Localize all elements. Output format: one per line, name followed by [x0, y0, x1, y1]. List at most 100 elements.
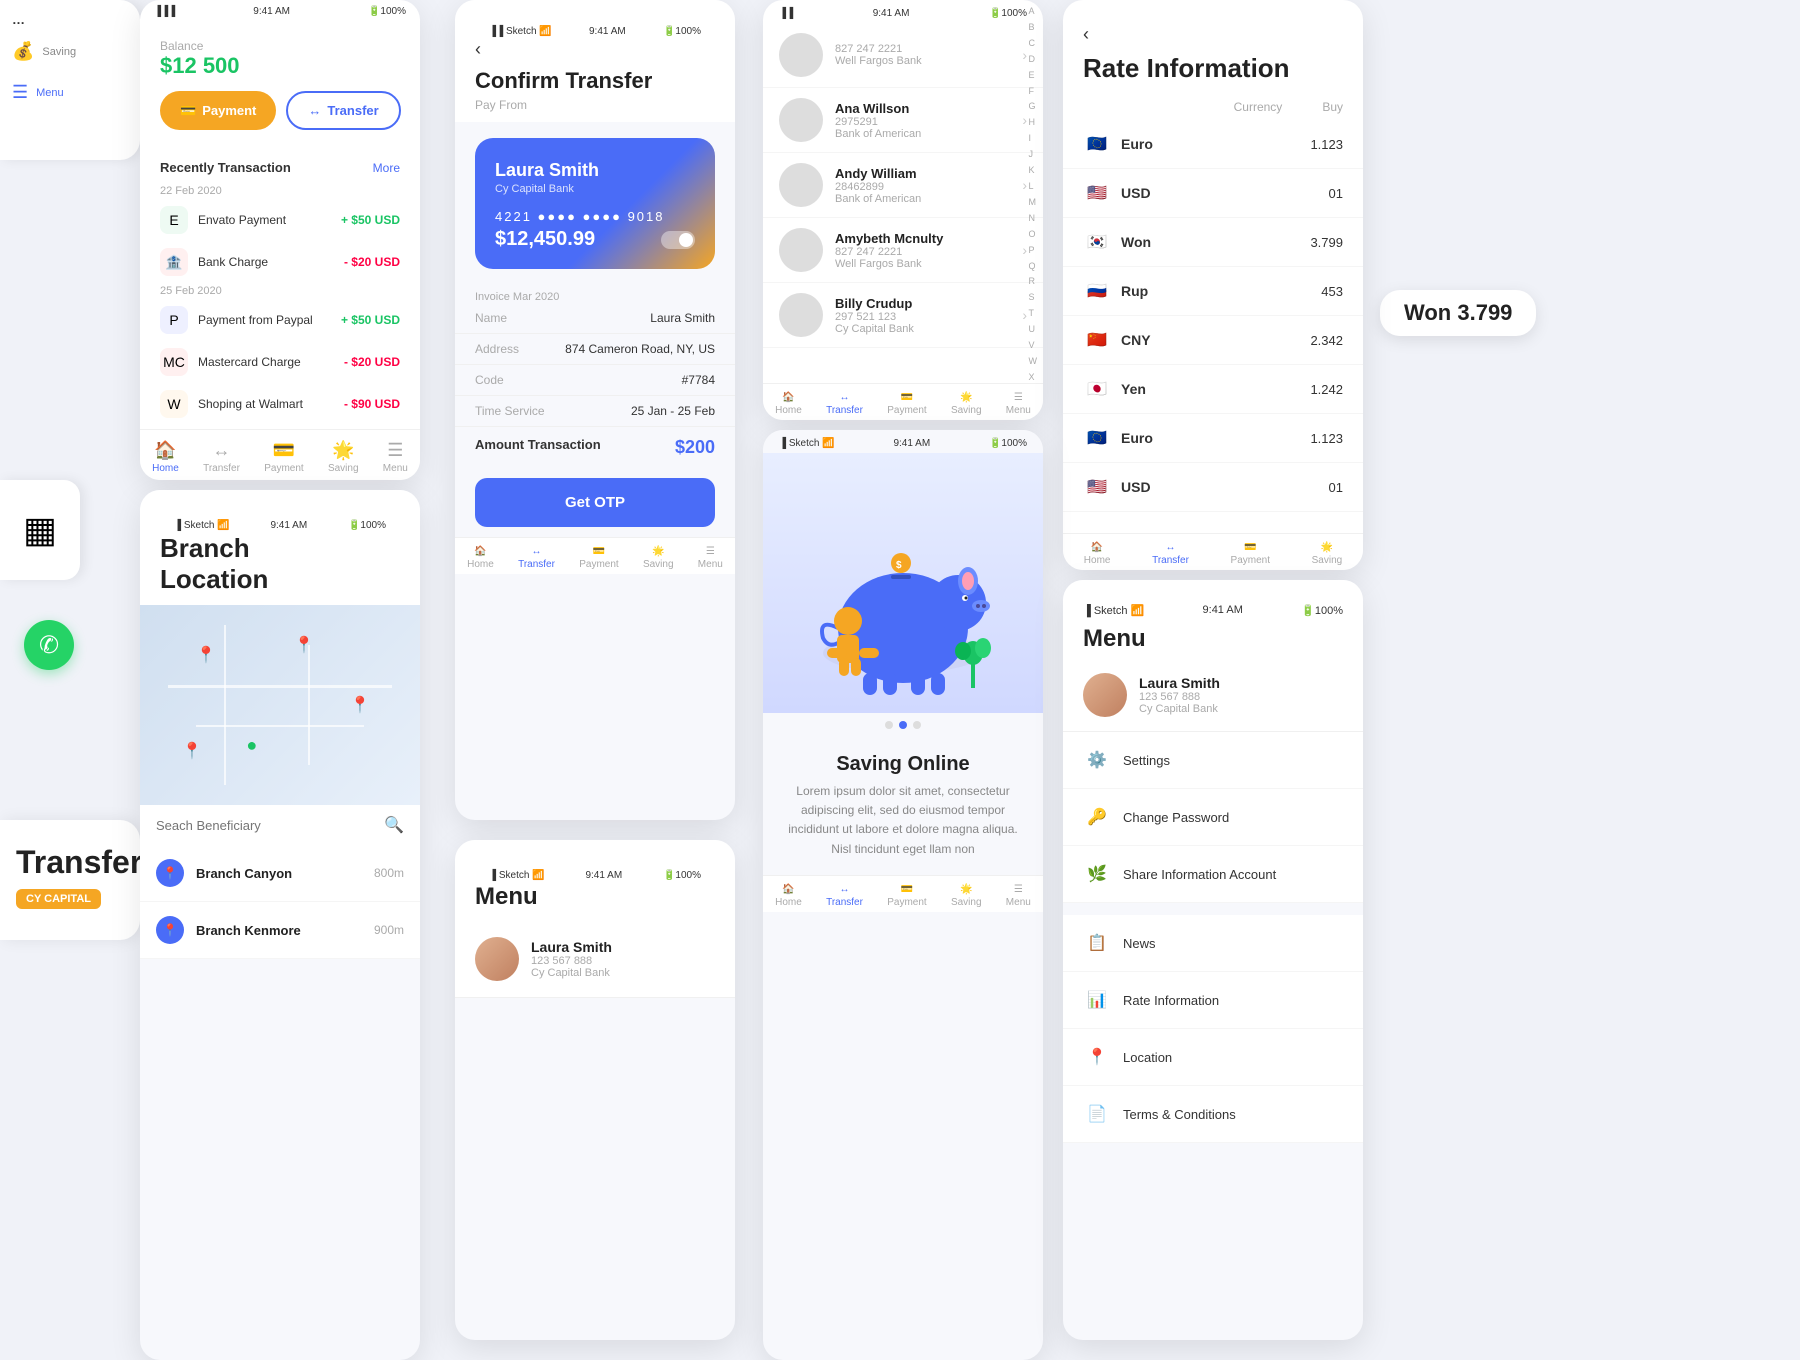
flag-usd-1: 🇺🇸: [1083, 179, 1111, 207]
name-amybeth: Amybeth Mcnulty: [835, 231, 943, 246]
amount-val: $200: [675, 437, 715, 458]
alpha-a: A: [1029, 6, 1038, 16]
payment-button[interactable]: 💳 Payment: [160, 91, 276, 130]
nav-payment-saving[interactable]: 💳 Payment: [887, 884, 926, 908]
menu-item-rate-info[interactable]: 📊 Rate Information: [1063, 972, 1363, 1029]
branch-item-canyon[interactable]: 📍 Branch Canyon 800m: [140, 845, 420, 902]
contact-row-andy[interactable]: Andy William 28462899 Bank of American ›: [763, 153, 1043, 218]
confirm-back-button[interactable]: ‹: [475, 39, 715, 60]
rate-cny[interactable]: 🇨🇳 CNY 2.342: [1063, 316, 1363, 365]
menu-right-user-bank: Cy Capital Bank: [1139, 703, 1220, 715]
contact-row-first[interactable]: 827 247 2221 Well Fargos Bank ›: [763, 23, 1043, 88]
nav-home-contacts[interactable]: 🏠Home: [775, 392, 802, 416]
rate-euro-2[interactable]: 🇪🇺 Euro 1.123: [1063, 414, 1363, 463]
time-menu-right: 9:41 AM: [1203, 604, 1243, 617]
rate-won-val: 3.799: [1283, 235, 1343, 250]
news-icon: 📋: [1083, 929, 1111, 957]
menu-item-terms[interactable]: 📄 Terms & Conditions: [1063, 1086, 1363, 1143]
bank-first: Well Fargos Bank: [835, 55, 922, 67]
nav-home-saving[interactable]: 🏠 Home: [775, 884, 802, 908]
payment-icon-rate: 💳: [1244, 542, 1256, 553]
alpha-i: I: [1029, 133, 1038, 143]
menu-bottom-header: ▐ Sketch 📶 9:41 AM 🔋100% Menu: [455, 840, 735, 921]
contact-row-amybeth[interactable]: Amybeth Mcnulty 827 247 2221 Well Fargos…: [763, 218, 1043, 283]
payment-label: Payment: [202, 103, 256, 118]
tx-amount-envato: + $50 USD: [341, 213, 400, 227]
nav-menu-contacts[interactable]: ☰Menu: [1006, 392, 1031, 416]
transfer-button[interactable]: ↔ Transfer: [286, 91, 400, 130]
menu-nav[interactable]: ☰ Menu: [0, 72, 140, 113]
nav-menu-confirm-label: Menu: [698, 559, 723, 570]
nav-menu-confirm[interactable]: ☰ Menu: [698, 546, 723, 570]
battery-saving: 🔋100%: [989, 438, 1027, 449]
menu-item-news[interactable]: 📋 News: [1063, 915, 1363, 972]
nav-transfer-rate[interactable]: ↔ Transfer: [1152, 542, 1189, 566]
nav-transfer-confirm[interactable]: ↔ Transfer: [518, 546, 555, 570]
time-contacts: 9:41 AM: [873, 8, 910, 19]
nav-transfer-contacts[interactable]: ↔Transfer: [826, 392, 863, 416]
avatar-amybeth: [779, 228, 823, 272]
time-val: 25 Jan - 25 Feb: [631, 404, 715, 418]
nav-menu-saving[interactable]: ☰ Menu: [1006, 884, 1031, 908]
nav-transfer-saving[interactable]: ↔ Transfer: [826, 884, 863, 908]
nav-payment-confirm-label: Payment: [579, 559, 618, 570]
rate-won[interactable]: 🇰🇷 Won 3.799: [1063, 218, 1363, 267]
signal-saving: ▐ Sketch 📶: [779, 438, 835, 449]
nav-payment-rate[interactable]: 💳 Payment: [1231, 542, 1270, 566]
rate-yen[interactable]: 🇯🇵 Yen 1.242: [1063, 365, 1363, 414]
status-bar-branch: ▐ Sketch 📶 9:41 AM 🔋100%: [160, 514, 400, 533]
partial-left-panel: … 💰 Saving ☰ Menu: [0, 0, 140, 160]
rate-euro-1[interactable]: 🇪🇺 Euro 1.123: [1063, 120, 1363, 169]
whatsapp-button[interactable]: ✆: [24, 620, 74, 670]
contact-row-ana[interactable]: Ana Willson 2975291 Bank of American ›: [763, 88, 1043, 153]
rate-usd-1[interactable]: 🇺🇸 USD 01: [1063, 169, 1363, 218]
qr-code-partial: ▦: [0, 480, 80, 580]
nav-saving-contacts[interactable]: 🌟Saving: [951, 392, 982, 416]
menu-item-location[interactable]: 📍 Location: [1063, 1029, 1363, 1086]
menu-item-change-password[interactable]: 🔑 Change Password: [1063, 789, 1363, 846]
menu-divider: [1063, 903, 1363, 915]
nav-payment[interactable]: 💳 Payment: [264, 440, 303, 474]
nav-payment-contacts[interactable]: 💳Payment: [887, 392, 926, 416]
balance-section: Balance $12 500 💳 Payment ↔ Transfer: [140, 19, 420, 152]
currency-cny: CNY: [1121, 332, 1283, 348]
nav-saving-confirm[interactable]: 🌟 Saving: [643, 546, 674, 570]
alpha-t: T: [1029, 308, 1038, 318]
nav-saving-rate[interactable]: 🌟 Saving: [1312, 542, 1343, 566]
nav-menu[interactable]: ☰ Menu: [383, 440, 408, 474]
battery-contacts: 🔋100%: [989, 8, 1027, 19]
card-toggle[interactable]: [661, 231, 695, 249]
otp-button[interactable]: Get OTP: [475, 478, 715, 527]
nav-home-confirm[interactable]: 🏠 Home: [467, 546, 494, 570]
alpha-g: G: [1029, 101, 1038, 111]
nav-home-rate[interactable]: 🏠 Home: [1084, 542, 1111, 566]
nav-home[interactable]: 🏠 Home: [152, 440, 179, 474]
more-link[interactable]: More: [373, 161, 400, 175]
rate-rup[interactable]: 🇷🇺 Rup 453: [1063, 267, 1363, 316]
contact-row-billy[interactable]: Billy Crudup 297 521 123 Cy Capital Bank…: [763, 283, 1043, 348]
currency-usd-1: USD: [1121, 185, 1283, 201]
menu-right-user-row: Laura Smith 123 567 888 Cy Capital Bank: [1063, 659, 1363, 732]
search-input[interactable]: [156, 818, 384, 833]
nav-payment-confirm[interactable]: 💳 Payment: [579, 546, 618, 570]
branch-item-kenmore[interactable]: 📍 Branch Kenmore 900m: [140, 902, 420, 959]
rate-header: ‹ Rate Information: [1063, 0, 1363, 94]
pin-4: 📍: [182, 741, 202, 761]
rate-usd-2[interactable]: 🇺🇸 USD 01: [1063, 463, 1363, 512]
nav-saving-saving[interactable]: 🌟 Saving: [951, 884, 982, 908]
saving-svg: $: [763, 473, 1043, 713]
saving-nav[interactable]: 💰 Saving: [0, 31, 140, 72]
won-value: Won 3.799: [1404, 300, 1512, 325]
pin-3: 📍: [350, 695, 370, 715]
dot-1: [885, 721, 893, 729]
time-saving: 9:41 AM: [893, 438, 930, 449]
branch-name-canyon: Branch Canyon: [196, 866, 374, 881]
rate-back-button[interactable]: ‹: [1083, 24, 1343, 45]
menu-item-settings[interactable]: ⚙️ Settings: [1063, 732, 1363, 789]
nav-transfer[interactable]: ↔ Transfer: [203, 440, 240, 474]
menu-item-share-info[interactable]: 🌿 Share Information Account: [1063, 846, 1363, 903]
whatsapp-icon: ✆: [39, 631, 59, 660]
tx-name-envato: Envato Payment: [198, 213, 286, 227]
nav-saving[interactable]: 🌟 Saving: [328, 440, 359, 474]
rate-bottom-nav: 🏠 Home ↔ Transfer 💳 Payment 🌟 Saving: [1063, 533, 1363, 570]
